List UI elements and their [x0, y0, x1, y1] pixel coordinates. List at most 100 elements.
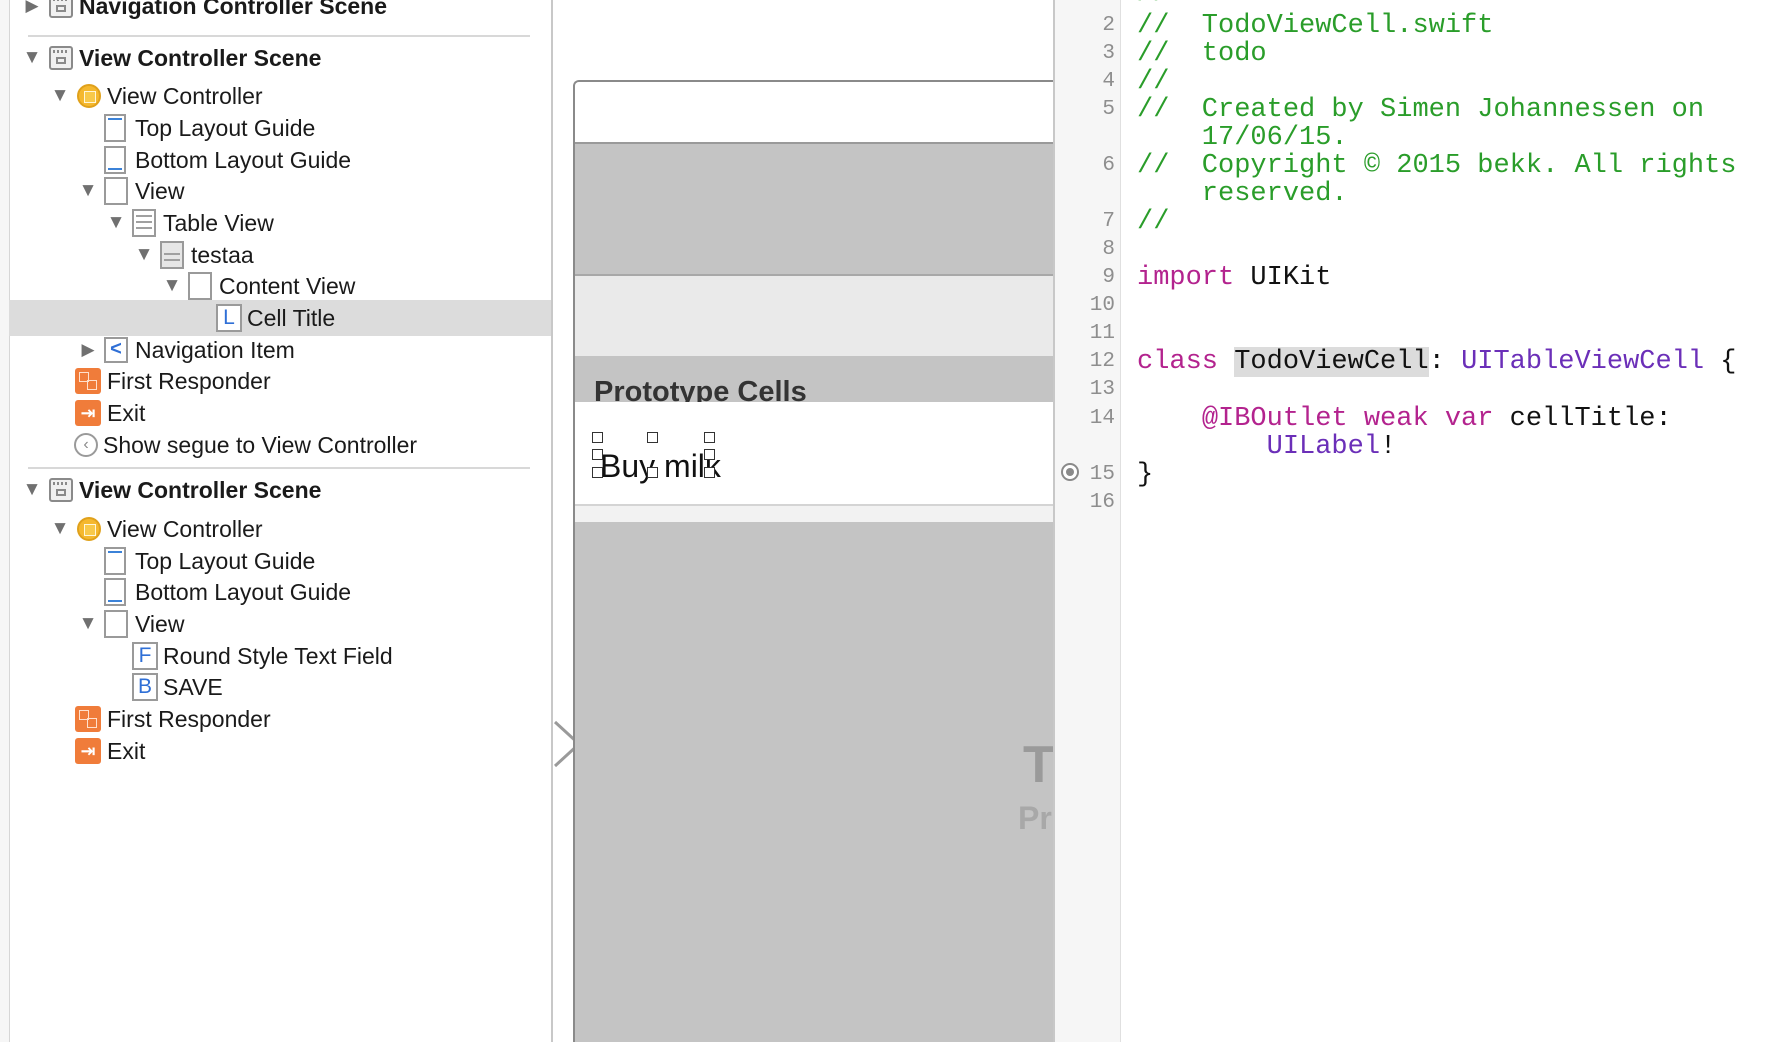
- view-icon: [104, 177, 128, 205]
- resize-handle[interactable]: [704, 432, 715, 443]
- resize-handle[interactable]: [592, 467, 603, 478]
- highlighted-class-name[interactable]: TodoViewCell: [1234, 347, 1429, 377]
- scene-icon: [49, 46, 73, 70]
- outline-item-label: First Responder: [107, 368, 271, 394]
- outline-item-label: View: [135, 611, 185, 637]
- outline-item-label: Exit: [107, 400, 146, 426]
- outline-item-label: Table View: [163, 210, 274, 236]
- keyword-token: weak var: [1347, 404, 1494, 434]
- outline-item-label: Exit: [107, 738, 146, 764]
- ghost-placeholder-text: Pr: [1018, 800, 1052, 836]
- outline-item-content-view[interactable]: ▼ Content View: [9, 268, 551, 304]
- view-icon: [188, 272, 212, 300]
- outline-item-bottom-layout-guide-2[interactable]: Bottom Layout Guide: [9, 574, 551, 610]
- code-line: import UIKit: [1137, 262, 1331, 294]
- label-icon: L: [216, 304, 242, 332]
- outline-item-view[interactable]: ▼ View: [9, 173, 551, 209]
- type-token: UILabel: [1266, 432, 1381, 462]
- disclosure-expanded-icon[interactable]: ▼: [49, 78, 71, 114]
- resize-handle[interactable]: [592, 432, 603, 443]
- scene-icon: [49, 478, 73, 502]
- code-line: //: [1137, 207, 1170, 237]
- code-editor[interactable]: // 2 // TodoViewCell.swift 3 // todo 4 /…: [1053, 0, 1784, 1042]
- outline-item-first-responder[interactable]: First Responder: [9, 363, 551, 399]
- attribute-token: @IBOutlet: [1201, 404, 1348, 434]
- line-number: 14: [1089, 407, 1115, 430]
- table-cell-icon: [160, 241, 184, 269]
- outline-item-label: Bottom Layout Guide: [135, 579, 352, 605]
- navigation-bar[interactable]: [575, 82, 1053, 144]
- first-responder-icon: [75, 706, 101, 732]
- code-line: class TodoViewCell: UITableViewCell {: [1137, 346, 1737, 378]
- line-number: 5: [1102, 98, 1115, 121]
- text-field-icon: F: [132, 642, 158, 670]
- outline-divider: [28, 35, 530, 37]
- bottom-layout-guide-icon: [104, 146, 126, 174]
- button-icon: B: [132, 673, 158, 701]
- exit-icon: ⇥: [75, 400, 101, 426]
- disclosure-expanded-icon[interactable]: ▼: [21, 40, 43, 76]
- outline-scene-view-controller[interactable]: ▼ View Controller Scene: [9, 40, 551, 76]
- resize-handle[interactable]: [647, 467, 658, 478]
- view-controller-icon: [77, 517, 101, 541]
- code-token: cellTitle:: [1493, 404, 1672, 434]
- exit-icon: ⇥: [75, 738, 101, 764]
- ghost-placeholder-text: T: [1023, 736, 1053, 794]
- disclosure-expanded-icon[interactable]: ▼: [161, 268, 183, 304]
- table-view[interactable]: Prototype Cells Buy milk: [575, 144, 1053, 1042]
- keyword-token: import: [1137, 263, 1235, 293]
- disclosure-collapsed-icon[interactable]: ▶: [21, 0, 43, 24]
- bottom-layout-guide-icon: [104, 578, 126, 606]
- code-token: !: [1380, 432, 1397, 462]
- code-token: :: [1428, 347, 1462, 377]
- prototype-section-background: [575, 276, 1053, 356]
- outline-item-view-2[interactable]: ▼ View: [9, 606, 551, 642]
- scene-icon: [49, 0, 73, 18]
- outline-item-table-view[interactable]: ▼ Table View: [9, 205, 551, 241]
- outline-scene-label: Navigation Controller Scene: [79, 0, 388, 19]
- resize-handle[interactable]: [647, 432, 658, 443]
- outline-scene-navigation-controller[interactable]: ▶ Navigation Controller Scene: [9, 0, 551, 24]
- line-number: 16: [1089, 491, 1115, 514]
- resize-handle[interactable]: [592, 449, 603, 460]
- cell-title-label[interactable]: Buy milk: [600, 448, 721, 485]
- storyboard-canvas[interactable]: Prototype Cells Buy milk T Pr: [553, 0, 1053, 1042]
- outline-item-label: First Responder: [107, 706, 271, 732]
- outline-item-label: Cell Title: [247, 305, 336, 331]
- navigation-item-icon: <: [104, 337, 128, 363]
- outline-divider: [28, 467, 530, 469]
- outline-item-top-layout-guide[interactable]: Top Layout Guide: [9, 110, 551, 146]
- prototype-cell[interactable]: Buy milk: [575, 402, 1053, 506]
- outline-item-first-responder-2[interactable]: First Responder: [9, 701, 551, 737]
- table-view-icon: [132, 209, 156, 237]
- keyword-token: class: [1137, 347, 1219, 377]
- outline-item-label: Content View: [219, 273, 356, 299]
- disclosure-expanded-icon[interactable]: ▼: [21, 472, 43, 508]
- outline-item-label: View: [135, 178, 185, 204]
- type-token: UITableViewCell: [1461, 347, 1705, 377]
- disclosure-expanded-icon[interactable]: ▼: [105, 205, 127, 241]
- outline-item-cell-title[interactable]: L Cell Title: [9, 300, 551, 336]
- view-controller-frame[interactable]: Prototype Cells Buy milk: [573, 80, 1053, 1042]
- top-layout-guide-icon: [104, 114, 126, 142]
- outline-scene-view-controller-2[interactable]: ▼ View Controller Scene: [9, 472, 551, 508]
- disclosure-expanded-icon[interactable]: ▼: [49, 511, 71, 547]
- outline-item-exit-2[interactable]: ⇥ Exit: [9, 733, 551, 769]
- outline-item-save-button[interactable]: B SAVE: [9, 669, 551, 705]
- outline-item-label: SAVE: [163, 674, 223, 700]
- code-token: {: [1704, 347, 1737, 377]
- outline-item-view-controller-2[interactable]: ▼ View Controller: [9, 511, 551, 547]
- document-outline: ▶ Navigation Controller Scene ▼ View Con…: [0, 0, 553, 1042]
- first-responder-icon: [75, 368, 101, 394]
- resize-handle[interactable]: [704, 449, 715, 460]
- outline-item-view-controller[interactable]: ▼ View Controller: [9, 78, 551, 114]
- outline-item-label: Show segue to View Controller: [103, 432, 418, 458]
- disclosure-expanded-icon[interactable]: ▼: [77, 173, 99, 209]
- disclosure-expanded-icon[interactable]: ▼: [77, 606, 99, 642]
- view-controller-icon: [77, 84, 101, 108]
- code-line-wrap: UILabel!: [1137, 431, 1397, 463]
- code-line: }: [1137, 460, 1154, 490]
- outline-item-exit[interactable]: ⇥ Exit: [9, 395, 551, 431]
- resize-handle[interactable]: [704, 467, 715, 478]
- outline-item-segue[interactable]: ‹ Show segue to View Controller: [9, 427, 551, 463]
